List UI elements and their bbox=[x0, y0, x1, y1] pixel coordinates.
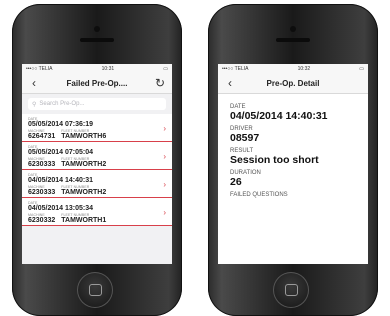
status-bar: •••○○ TELIA 10:31 ▭ bbox=[22, 64, 172, 73]
row-date: 04/05/2014 13:05:34 bbox=[28, 205, 93, 212]
search-placeholder: Search Pre-Op... bbox=[39, 101, 85, 107]
row-machine: 6230332 bbox=[28, 217, 56, 224]
refresh-icon[interactable]: ↻ bbox=[154, 76, 166, 90]
duration-value: 26 bbox=[230, 176, 242, 188]
search-icon: ⚲ bbox=[32, 101, 37, 108]
chevron-right-icon: › bbox=[163, 208, 166, 217]
chevron-right-icon: › bbox=[163, 124, 166, 133]
battery-icon: ▭ bbox=[163, 65, 168, 72]
chevron-right-icon: › bbox=[163, 180, 166, 189]
row-machine: 6230333 bbox=[28, 161, 56, 168]
clock-label: 10:31 bbox=[101, 65, 115, 72]
phone-left: •••○○ TELIA 10:31 ▭ ‹ Failed Pre-Op.... … bbox=[12, 4, 182, 316]
nav-bar: ‹ Pre-Op. Detail bbox=[218, 73, 368, 94]
nav-bar: ‹ Failed Pre-Op.... ↻ bbox=[22, 73, 172, 94]
row-date: 04/05/2014 14:40:31 bbox=[28, 177, 93, 184]
camera-dot bbox=[290, 26, 296, 32]
home-button-icon[interactable] bbox=[77, 272, 113, 308]
status-bar: •••○○ TELIA 10:32 ▭ bbox=[218, 64, 368, 73]
row-date: 05/05/2014 07:05:04 bbox=[28, 149, 93, 156]
speaker-grille bbox=[276, 38, 310, 42]
page-title: Failed Pre-Op.... bbox=[66, 78, 128, 88]
speaker-grille bbox=[80, 38, 114, 42]
carrier-label: TELIA bbox=[38, 65, 53, 72]
driver-value: 08597 bbox=[230, 132, 260, 144]
list-item[interactable]: DATE 05/05/2014 07:36:19 MACHINE 6264731 … bbox=[22, 114, 172, 142]
preop-detail-screen: •••○○ TELIA 10:32 ▭ ‹ Pre-Op. Detail DAT… bbox=[218, 64, 368, 264]
failed-preop-list-screen: •••○○ TELIA 10:31 ▭ ‹ Failed Pre-Op.... … bbox=[22, 64, 172, 264]
result-value: Session too short bbox=[230, 154, 319, 166]
detail-panel: DATE 04/05/2014 14:40:31 DRIVER 08597 RE… bbox=[218, 94, 368, 264]
search-input[interactable]: ⚲ Search Pre-Op... bbox=[28, 98, 166, 110]
back-arrow-icon[interactable]: ‹ bbox=[224, 76, 236, 90]
clock-label: 10:32 bbox=[297, 65, 311, 72]
row-fleet: TAMWORTH1 bbox=[61, 217, 107, 224]
date-value: 04/05/2014 14:40:31 bbox=[230, 110, 328, 122]
list-item[interactable]: DATE 05/05/2014 07:05:04 MACHINE 6230333 … bbox=[22, 142, 172, 170]
row-machine: 6264731 bbox=[28, 133, 56, 140]
row-machine: 6230333 bbox=[28, 189, 56, 196]
row-fleet: TAMWORTH6 bbox=[61, 133, 107, 140]
failed-questions-label: FAILED QUESTIONS bbox=[230, 192, 288, 198]
home-button-icon[interactable] bbox=[273, 272, 309, 308]
back-arrow-icon[interactable]: ‹ bbox=[28, 76, 40, 90]
row-date: 05/05/2014 07:36:19 bbox=[28, 121, 93, 128]
list-item[interactable]: DATE 04/05/2014 14:40:31 MACHINE 6230333 … bbox=[22, 170, 172, 198]
list-item[interactable]: DATE 04/05/2014 13:05:34 MACHINE 6230332 … bbox=[22, 198, 172, 226]
row-fleet: TAMWORTH2 bbox=[61, 189, 107, 196]
carrier-label: TELIA bbox=[234, 65, 249, 72]
chevron-right-icon: › bbox=[163, 152, 166, 161]
row-fleet: TAMWORTH2 bbox=[61, 161, 107, 168]
battery-icon: ▭ bbox=[359, 65, 364, 72]
page-title: Pre-Op. Detail bbox=[266, 78, 320, 88]
camera-dot bbox=[94, 26, 100, 32]
phone-right: •••○○ TELIA 10:32 ▭ ‹ Pre-Op. Detail DAT… bbox=[208, 4, 378, 316]
